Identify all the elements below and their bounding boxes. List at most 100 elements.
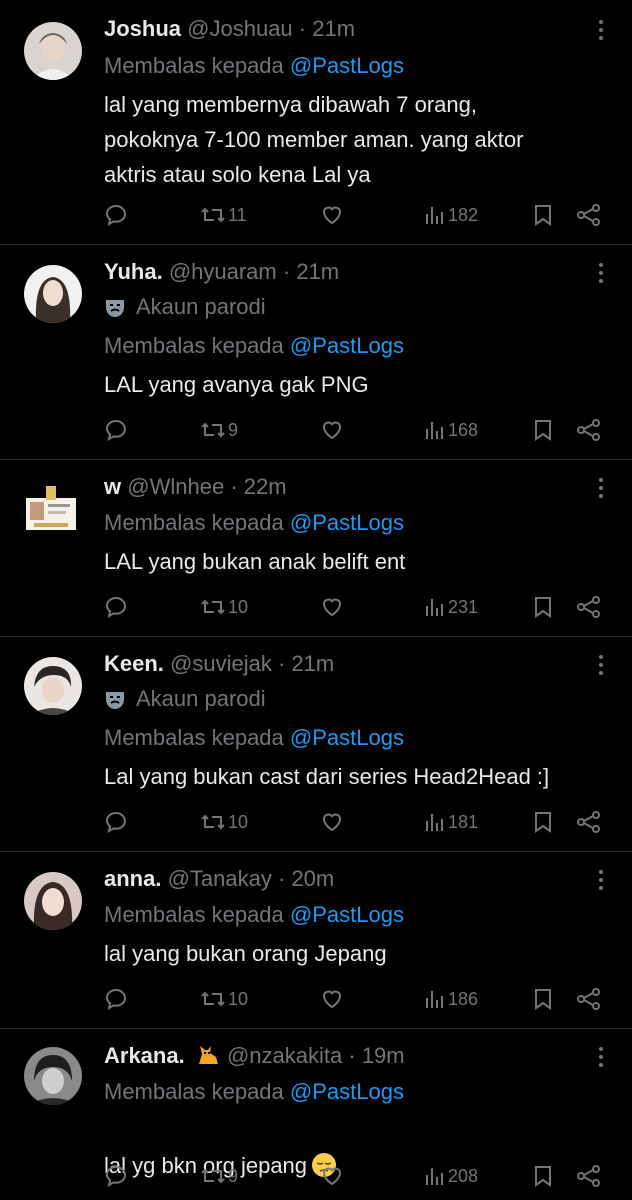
like-button[interactable] [320,200,344,230]
views-button[interactable]: 168 [424,415,478,445]
tweet[interactable]: anna. @Tanakay · 20m Membalas kepada @Pa… [0,852,632,1029]
reply-context: Membalas kepada @PastLogs [104,900,404,930]
avatar[interactable] [24,22,82,80]
retweet-count: 11 [228,204,247,225]
reply-icon [105,988,127,1010]
retweet-button[interactable]: 10 [200,807,248,837]
reply-mention-link[interactable]: @PastLogs [290,53,404,78]
reply-icon [105,1165,127,1187]
avatar[interactable] [24,872,82,930]
share-button[interactable] [576,807,602,837]
avatar[interactable] [24,1047,82,1105]
bookmark-button[interactable] [532,1161,554,1191]
reply-mention-link[interactable]: @PastLogs [290,333,404,358]
retweet-button[interactable]: 9 [200,1161,238,1191]
display-name[interactable]: Arkana. [104,1043,185,1068]
username[interactable]: @hyuaram [169,259,277,284]
reply-mention-link[interactable]: @PastLogs [290,510,404,535]
display-name[interactable]: anna. [104,866,161,891]
timestamp[interactable]: · 22m [230,474,286,499]
views-button[interactable]: 186 [424,984,478,1014]
more-options-icon[interactable] [596,655,606,681]
views-button[interactable]: 181 [424,807,478,837]
tweet-text: lal yang bukan orang Jepang [104,941,387,966]
reply-button[interactable] [104,200,128,230]
timestamp[interactable]: · 20m [278,866,334,891]
reply-button[interactable] [104,1161,128,1191]
reply-button[interactable] [104,984,128,1014]
bookmark-icon [535,597,551,618]
tweet[interactable]: Keen. @suviejak · 21m Akaun parodi Memba… [0,637,632,852]
reply-mention-link[interactable]: @PastLogs [290,725,404,750]
username[interactable]: @Tanakay [168,866,272,891]
share-button[interactable] [576,1161,602,1191]
username[interactable]: @Joshuau [187,16,293,41]
more-options-icon[interactable] [596,263,606,289]
bookmark-button[interactable] [532,984,554,1014]
share-icon [577,596,600,618]
reply-button[interactable] [104,415,128,445]
timestamp[interactable]: · 21m [283,259,339,284]
username[interactable]: @suviejak [170,651,272,676]
display-name[interactable]: Joshua [104,16,181,41]
share-icon [577,419,600,441]
views-button[interactable]: 208 [424,1161,478,1191]
like-button[interactable] [320,984,344,1014]
display-name[interactable]: Yuha. [104,259,163,284]
bookmark-button[interactable] [532,200,554,230]
share-button[interactable] [576,415,602,445]
share-button[interactable] [576,984,602,1014]
username[interactable]: @Wlnhee [127,474,224,499]
views-button[interactable]: 231 [424,592,478,622]
retweet-button[interactable]: 11 [200,200,247,230]
retweet-button[interactable]: 10 [200,592,248,622]
reply-button[interactable] [104,592,128,622]
share-button[interactable] [576,200,602,230]
timestamp[interactable]: · 19m [348,1043,404,1068]
reply-mention-link[interactable]: @PastLogs [290,1079,404,1104]
like-button[interactable] [320,415,344,445]
reply-icon [105,596,127,618]
retweet-button[interactable]: 10 [200,984,248,1014]
reply-button[interactable] [104,807,128,837]
more-options-icon[interactable] [596,1047,606,1073]
reply-context: Membalas kepada @PastLogs [104,331,404,361]
bookmark-button[interactable] [532,807,554,837]
views-chart-icon [426,1168,443,1185]
display-name[interactable]: w [104,474,121,499]
retweet-count: 10 [228,596,249,617]
reply-mention-link[interactable]: @PastLogs [290,902,404,927]
more-options-icon[interactable] [596,478,606,504]
tweet[interactable]: Yuha. @hyuaram · 21m Akaun parodi Membal… [0,245,632,460]
parody-text: Akaun parodi [136,686,266,711]
views-chart-icon [426,814,443,831]
display-name[interactable]: Keen. [104,651,164,676]
avatar[interactable] [24,265,82,323]
tweet[interactable]: Arkana. @nzakakita · 19m Membalas kepada… [0,1029,632,1200]
reply-prefix: Membalas kepada [104,510,284,535]
retweet-button[interactable]: 9 [200,415,238,445]
like-button[interactable] [320,592,344,622]
views-chart-icon [426,599,443,616]
more-options-icon[interactable] [596,870,606,896]
avatar[interactable] [24,657,82,715]
share-button[interactable] [576,592,602,622]
timestamp[interactable]: · 21m [278,651,334,676]
bookmark-button[interactable] [532,592,554,622]
heart-icon [322,990,342,1009]
tweet-header: Joshua @Joshuau · 21m [104,14,572,44]
like-button[interactable] [320,807,344,837]
tweet[interactable]: Joshua @Joshuau · 21m Membalas kepada @P… [0,0,632,245]
avatar[interactable] [24,484,78,534]
reply-context: Membalas kepada @PastLogs [104,51,404,81]
views-button[interactable]: 182 [424,200,478,230]
timestamp[interactable]: · 21m [299,16,355,41]
more-options-icon[interactable] [596,20,606,46]
retweet-icon [201,1168,225,1184]
retweet-count: 10 [228,988,249,1009]
like-button[interactable] [320,1161,344,1191]
tweet[interactable]: w @Wlnhee · 22m Membalas kepada @PastLog… [0,460,632,637]
bookmark-button[interactable] [532,415,554,445]
username[interactable]: @nzakakita [227,1043,342,1068]
views-count: 186 [448,988,479,1009]
